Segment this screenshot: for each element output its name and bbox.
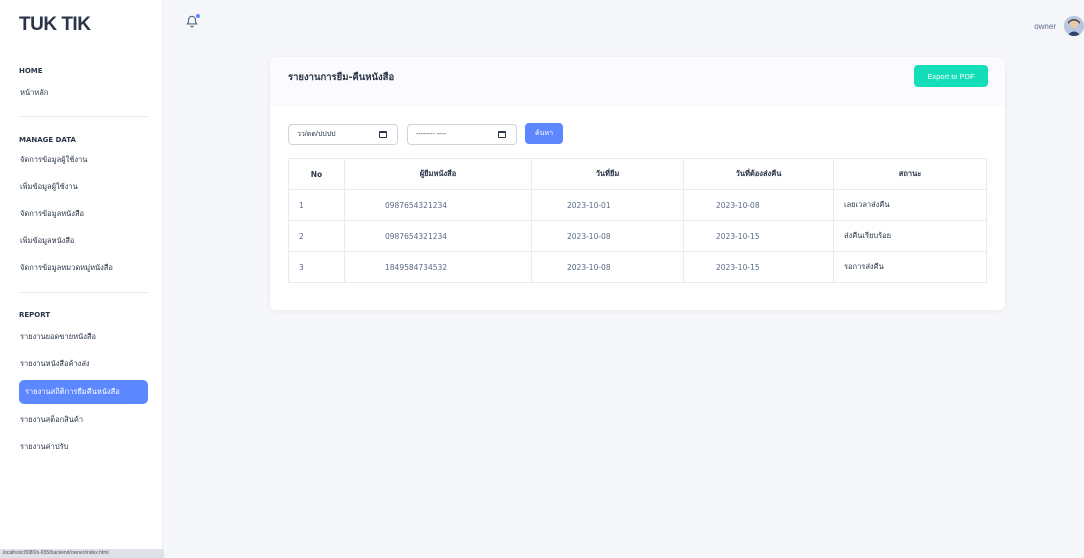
report-table: No ผู้ยืมหนังสือ วันที่ยืม วันที่ต้องส่ง… — [288, 158, 987, 283]
calendar-icon[interactable] — [498, 131, 506, 138]
search-button[interactable]: ค้นหา — [525, 123, 563, 144]
cell-due-date: 2023-10-15 — [683, 251, 834, 283]
cell-borrow-date: 2023-10-08 — [531, 220, 684, 252]
sidebar-item-sales-report[interactable]: รายงานยอดขายหนังสือ — [19, 325, 148, 349]
sidebar-divider — [19, 116, 148, 117]
section-home-title: HOME — [19, 67, 43, 75]
brand-logo[interactable]: TUK TIK — [19, 14, 91, 36]
table-row: 1 0987654321234 2023-10-01 2023-10-08 เล… — [288, 189, 987, 221]
sidebar-item-manage-categories[interactable]: จัดการข้อมูลหมวดหมู่หนังสือ — [19, 256, 148, 280]
export-pdf-button[interactable]: Export to PDF — [914, 65, 988, 87]
table-row: 3 1849584734532 2023-10-08 2023-10-15 รอ… — [288, 251, 987, 283]
cell-borrower: 1849584734532 — [344, 251, 532, 283]
cell-status: เลยเวลาส่งคืน — [833, 189, 987, 221]
cell-due-date: 2023-10-08 — [683, 189, 834, 221]
cell-no: 3 — [288, 251, 345, 283]
table-header-row: No ผู้ยืมหนังสือ วันที่ยืม วันที่ต้องส่ง… — [288, 158, 987, 190]
card-header: รายงานการยืม-คืนหนังสือ Export to PDF — [270, 57, 1005, 106]
cell-due-date: 2023-10-15 — [683, 220, 834, 252]
column-header-borrow-date: วันที่ยืม — [531, 158, 684, 190]
end-date-placeholder: -------- ---- — [416, 131, 446, 138]
cell-borrower: 0987654321234 — [344, 220, 532, 252]
notification-dot — [196, 14, 200, 18]
avatar-person-icon — [1064, 16, 1084, 36]
cell-status: รอการส่งคืน — [833, 251, 987, 283]
sidebar-item-add-book[interactable]: เพิ่มข้อมูลหนังสือ — [19, 229, 148, 253]
sidebar-item-manage-users[interactable]: จัดการข้อมูลผู้ใช้งาน — [19, 148, 148, 172]
table-row: 2 0987654321234 2023-10-08 2023-10-15 ส่… — [288, 220, 987, 252]
sidebar: TUK TIK HOME หน้าหลัก MANAGE DATA จัดการ… — [0, 0, 164, 558]
section-manage-title: MANAGE DATA — [19, 136, 76, 144]
start-date-placeholder: วว/ดด/ปปปป — [297, 131, 336, 138]
cell-borrower: 0987654321234 — [344, 189, 532, 221]
cell-no: 2 — [288, 220, 345, 252]
cell-status: ส่งคืนเรียบร้อย — [833, 220, 987, 252]
user-name[interactable]: owner — [1034, 22, 1056, 31]
column-header-due-date: วันที่ต้องส่งคืน — [683, 158, 834, 190]
sidebar-item-add-user[interactable]: เพิ่มข้อมูลผู้ใช้งาน — [19, 175, 148, 199]
report-card: รายงานการยืม-คืนหนังสือ Export to PDF วว… — [270, 57, 1005, 310]
section-report-title: REPORT — [19, 311, 51, 319]
topbar: owner — [163, 0, 1084, 52]
page-title: รายงานการยืม-คืนหนังสือ — [288, 72, 395, 83]
sidebar-item-borrow-stats-report[interactable]: รายงานสถิติการยืมคืนหนังสือ — [19, 380, 148, 404]
sidebar-item-manage-books[interactable]: จัดการข้อมูลหนังสือ — [19, 202, 148, 226]
cell-borrow-date: 2023-10-08 — [531, 251, 684, 283]
column-header-borrower: ผู้ยืมหนังสือ — [344, 158, 532, 190]
calendar-icon[interactable] — [379, 131, 387, 138]
sidebar-item-fine-report[interactable]: รายงานค่าปรับ — [19, 435, 148, 459]
sidebar-item-home[interactable]: หน้าหลัก — [19, 81, 148, 105]
sidebar-divider — [19, 292, 148, 293]
end-date-input[interactable]: -------- ---- — [407, 124, 517, 145]
cell-borrow-date: 2023-10-01 — [531, 189, 684, 221]
avatar[interactable] — [1064, 16, 1084, 36]
column-header-no: No — [288, 158, 345, 190]
status-url-bar: localhost:8080/s-655/backend/owner/index… — [0, 549, 164, 558]
start-date-input[interactable]: วว/ดด/ปปปป — [288, 124, 398, 145]
sidebar-item-overdue-report[interactable]: รายงานหนังสือค้างส่ง — [19, 352, 148, 376]
column-header-status: สถานะ — [833, 158, 987, 190]
sidebar-item-stock-report[interactable]: รายงานสต็อกสินค้า — [19, 408, 148, 432]
cell-no: 1 — [288, 189, 345, 221]
